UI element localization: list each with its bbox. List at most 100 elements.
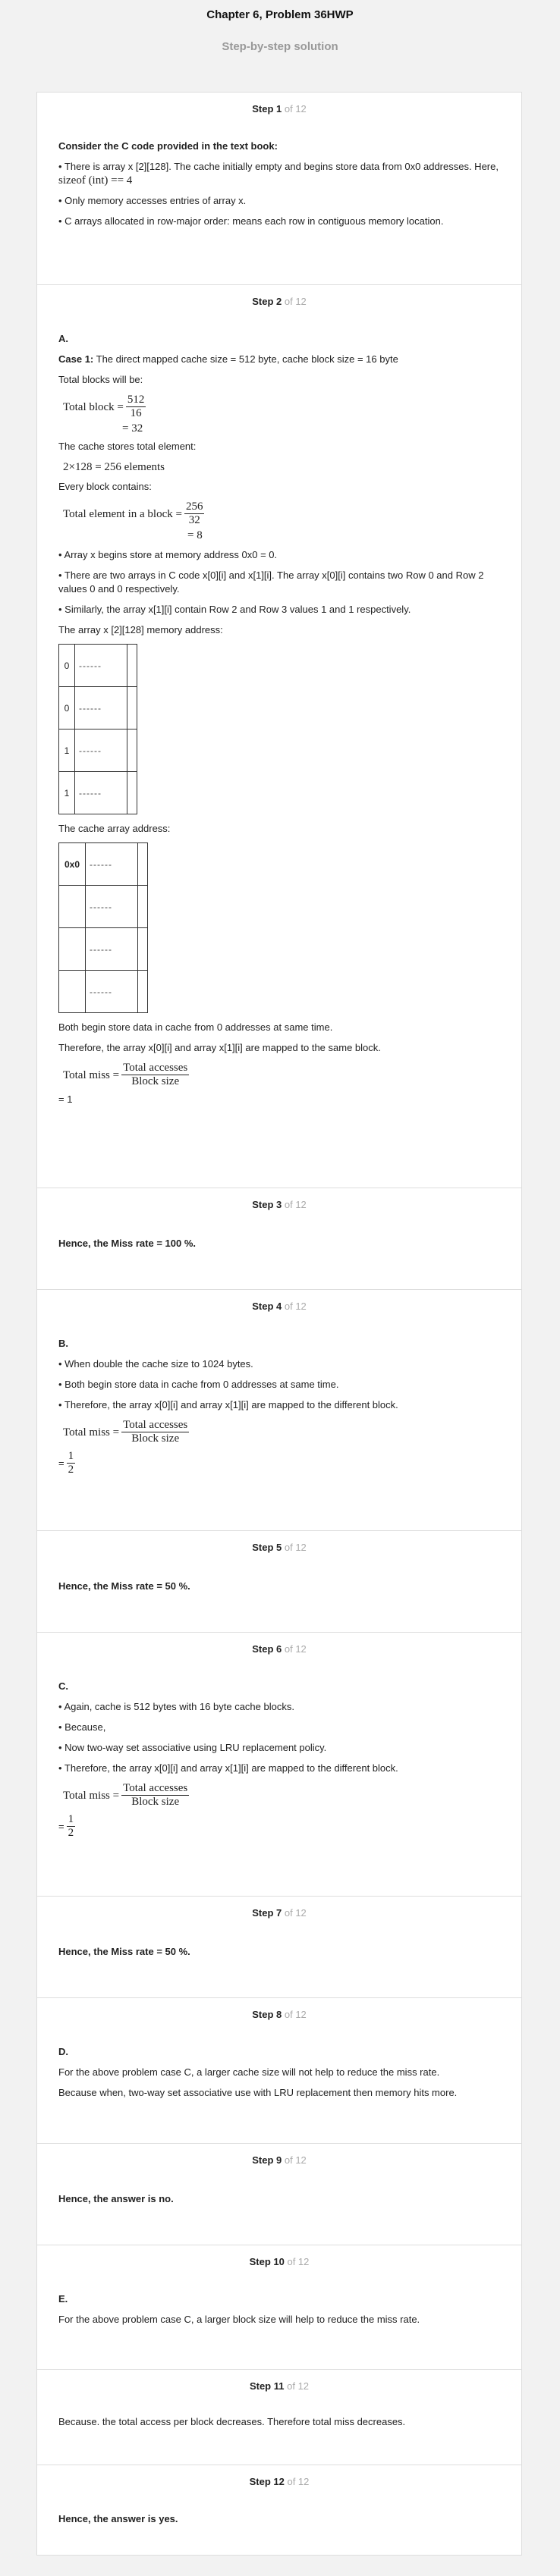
bullet: • There is array x [2][128]. The cache i…: [58, 161, 499, 187]
section-label: E.: [58, 2293, 68, 2305]
section-label: A.: [58, 333, 68, 344]
step-count: of 12: [284, 1301, 307, 1312]
equation-result: = 32: [122, 422, 143, 435]
step-header: Step 1 of 12: [58, 93, 500, 126]
step-number: Step 9: [252, 2154, 282, 2166]
step-count: of 12: [287, 2476, 310, 2487]
step-number: Step 3: [252, 1199, 282, 1210]
step-header: Step 10 of 12: [58, 2245, 500, 2279]
text-line: Therefore, the array x[0][i] and array x…: [58, 1042, 381, 1053]
bullet: • C arrays allocated in row-major order:…: [58, 215, 444, 227]
step-1: Step 1 of 12 Consider the C code provide…: [36, 92, 522, 284]
answer-text: Hence, the Miss rate = 100 %.: [58, 1238, 197, 1249]
steps-container: Step 1 of 12 Consider the C code provide…: [36, 92, 522, 2556]
answer-text: Hence, the answer is yes.: [58, 2513, 178, 2524]
text-line: Because when, two-way set associative us…: [58, 2087, 458, 2098]
step-number: Step 2: [252, 296, 282, 307]
bullet: • Therefore, the array x[0][i] and array…: [58, 1762, 398, 1774]
text-line: The cache stores total element:: [58, 441, 197, 452]
answer-text: Hence, the answer is no.: [58, 2193, 174, 2204]
step-count: of 12: [284, 296, 307, 307]
table-row: 1 ------: [58, 771, 137, 814]
inline-math: sizeof (int) == 4: [58, 174, 133, 187]
step-number: Step 11: [249, 2380, 285, 2392]
memory-address-table: 0 ------ 0 ------ 1 ------ 1 ------: [58, 644, 137, 814]
bullet: • When double the cache size to 1024 byt…: [58, 1358, 253, 1370]
table-row: ------: [58, 970, 148, 1013]
step-number: Step 12: [249, 2476, 285, 2487]
text-line: Both begin store data in cache from 0 ad…: [58, 1021, 333, 1033]
step-header: Step 2 of 12: [58, 285, 500, 318]
equation-result: = 12: [58, 1813, 76, 1839]
step-number: Step 10: [249, 2256, 285, 2267]
text-line: For the above problem case C, a larger c…: [58, 2066, 440, 2078]
answer-text: Hence, the Miss rate = 50 %.: [58, 1580, 190, 1592]
bullet: • Because,: [58, 1721, 106, 1733]
bullet: • Similarly, the array x[1][i] contain R…: [58, 604, 411, 615]
step-number: Step 4: [252, 1301, 282, 1312]
step-4: Step 4 of 12 B. • When double the cache …: [36, 1289, 522, 1530]
text-line: For the above problem case C, a larger b…: [58, 2314, 420, 2325]
equation-total-miss: Total miss = Total accesses Block size: [63, 1062, 190, 1087]
step-number: Step 1: [252, 103, 282, 115]
step-number: Step 6: [252, 1643, 282, 1655]
step-5: Step 5 of 12 Hence, the Miss rate = 50 %…: [36, 1530, 522, 1632]
equation-result: = 12: [58, 1450, 76, 1476]
equation-result: = 1: [58, 1093, 73, 1105]
table-row: 1 ------: [58, 729, 137, 772]
step-12: Step 12 of 12 Hence, the answer is yes.: [36, 2465, 522, 2556]
step-number: Step 7: [252, 1907, 282, 1919]
step-header: Step 12 of 12: [58, 2465, 500, 2499]
step-count: of 12: [284, 1643, 307, 1655]
text-line: Total blocks will be:: [58, 374, 143, 385]
table-row: 0x0 ------: [58, 842, 148, 886]
step-count: of 12: [284, 103, 307, 115]
answer-text: Hence, the Miss rate = 50 %.: [58, 1946, 190, 1957]
equation-block-elements: Total element in a block = 256 32: [63, 500, 205, 526]
step-10: Step 10 of 12 E. For the above problem c…: [36, 2245, 522, 2369]
step-header: Step 9 of 12: [58, 2144, 500, 2177]
step-count: of 12: [284, 1542, 307, 1553]
case-line: Case 1: The direct mapped cache size = 5…: [58, 353, 398, 365]
bullet: • Now two-way set associative using LRU …: [58, 1742, 327, 1753]
table-row: ------: [58, 885, 148, 928]
equation-total-miss: Total miss = Total accesses Block size: [63, 1782, 190, 1808]
step-count: of 12: [287, 2380, 310, 2392]
step-count: of 12: [284, 1907, 307, 1919]
bullet: • There are two arrays in C code x[0][i]…: [58, 569, 484, 595]
bullet: • Array x begins store at memory address…: [58, 549, 278, 560]
step-header: Step 5 of 12: [58, 1531, 500, 1564]
step-header: Step 3 of 12: [58, 1188, 500, 1222]
section-label: D.: [58, 2046, 68, 2057]
bullet: • Only memory accesses entries of array …: [58, 195, 247, 206]
page-subtitle: Step-by-step solution: [222, 40, 338, 53]
equation-elements: 2×128 = 256 elements: [63, 461, 165, 473]
step-9: Step 9 of 12 Hence, the answer is no.: [36, 2143, 522, 2245]
table-row: ------: [58, 927, 148, 971]
step-header: Step 7 of 12: [58, 1897, 500, 1930]
step-number: Step 5: [252, 1542, 282, 1553]
text-line: The array x [2][128] memory address:: [58, 624, 223, 635]
table-row: 0 ------: [58, 644, 137, 687]
section-label: C.: [58, 1680, 68, 1692]
step-count: of 12: [287, 2256, 310, 2267]
equation-total-block: Total block = 512 16: [63, 394, 146, 419]
step-count: of 12: [284, 1199, 307, 1210]
step-8: Step 8 of 12 D. For the above problem ca…: [36, 1997, 522, 2143]
step-header: Step 6 of 12: [58, 1633, 500, 1666]
step-header: Step 11 of 12: [58, 2370, 500, 2403]
step-header: Step 8 of 12: [58, 1998, 500, 2032]
table-row: 0 ------: [58, 686, 137, 730]
bullet: • Again, cache is 512 bytes with 16 byte…: [58, 1701, 294, 1712]
step-7: Step 7 of 12 Hence, the Miss rate = 50 %…: [36, 1896, 522, 1997]
step-6: Step 6 of 12 C. • Again, cache is 512 by…: [36, 1632, 522, 1896]
bullet: • Therefore, the array x[0][i] and array…: [58, 1399, 398, 1410]
bullet: • Both begin store data in cache from 0 …: [58, 1379, 339, 1390]
step-count: of 12: [284, 2154, 307, 2166]
text-line: Because. the total access per block decr…: [58, 2416, 406, 2427]
step-2: Step 2 of 12 A. Case 1: The direct mappe…: [36, 284, 522, 1188]
step-3: Step 3 of 12 Hence, the Miss rate = 100 …: [36, 1188, 522, 1289]
text-line: Every block contains:: [58, 481, 152, 492]
cache-array-table: 0x0 ------ ------ ------ ------: [58, 842, 148, 1013]
equation-result: = 8: [187, 529, 203, 541]
